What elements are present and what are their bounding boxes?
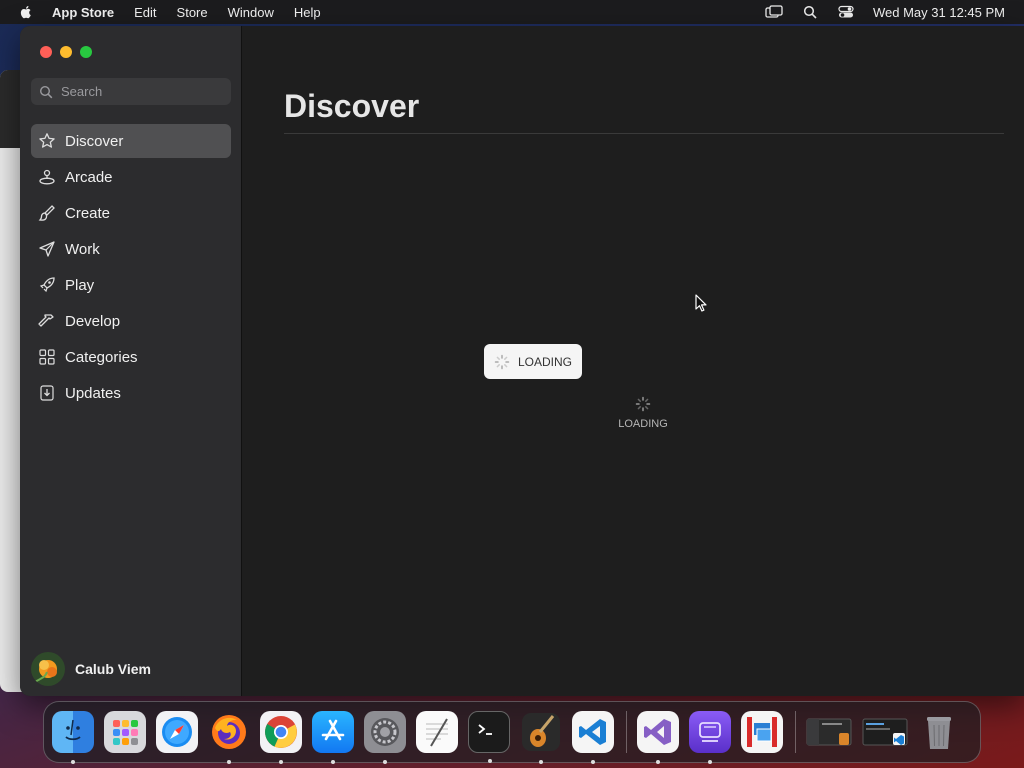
textedit-icon[interactable]: [416, 711, 458, 753]
firefox-icon[interactable]: [208, 711, 250, 764]
running-indicator: [539, 760, 543, 764]
sidebar-nav: Discover Arcade Create Work Play Develop…: [31, 124, 231, 412]
garageband-icon[interactable]: [520, 711, 562, 764]
user-name: Calub Viem: [75, 661, 151, 677]
brush-icon: [38, 204, 56, 222]
menu-app-store[interactable]: App Store: [52, 5, 114, 20]
sidebar: Search Discover Arcade Create Work Play …: [20, 26, 242, 696]
running-indicator: [591, 760, 595, 764]
running-indicator: [708, 760, 712, 764]
visual-studio-icon[interactable]: [637, 711, 679, 764]
page-title: Discover: [284, 88, 420, 124]
parallels-icon[interactable]: [741, 711, 783, 753]
safari-icon[interactable]: [156, 711, 198, 753]
mouse-cursor-icon: [695, 294, 707, 312]
grid-icon: [38, 348, 56, 366]
running-indicator: [227, 760, 231, 764]
rocket-icon: [38, 276, 56, 294]
menu-edit[interactable]: Edit: [134, 5, 156, 20]
user-account[interactable]: Calub Viem: [31, 652, 151, 686]
menu-bar: App Store Edit Store Window Help Wed May…: [0, 0, 1024, 24]
spinner-icon: [635, 396, 651, 412]
dock-separator: [626, 711, 627, 753]
search-input[interactable]: Search: [31, 78, 231, 105]
system-settings-icon[interactable]: [364, 711, 406, 764]
star-icon: [38, 132, 56, 150]
download-icon: [38, 384, 56, 402]
sidebar-item-create[interactable]: Create: [31, 196, 231, 230]
running-indicator: [488, 759, 492, 763]
finder-icon[interactable]: [52, 711, 94, 764]
sidebar-item-label: Play: [65, 276, 95, 294]
loading-indicator: LOADING: [616, 396, 670, 430]
sidebar-item-categories[interactable]: Categories: [31, 340, 231, 374]
app-store-window: Search Discover Arcade Create Work Play …: [20, 26, 1024, 696]
loading-label: LOADING: [618, 418, 668, 430]
launchpad-icon[interactable]: [104, 711, 146, 753]
spinner-icon: [494, 354, 510, 369]
terminal-icon[interactable]: [468, 711, 510, 763]
search-placeholder: Search: [61, 84, 103, 99]
zoom-button[interactable]: [80, 46, 92, 58]
menubar-clock[interactable]: Wed May 31 12:45 PM: [873, 5, 1005, 20]
vscode-icon[interactable]: [572, 711, 614, 764]
running-indicator: [383, 760, 387, 764]
menu-store[interactable]: Store: [177, 5, 208, 20]
loading-pill-label: LOADING: [518, 354, 573, 369]
sidebar-item-label: Arcade: [65, 168, 113, 186]
loading-pill: LOADING: [484, 344, 582, 379]
spotlight-search-icon[interactable]: [801, 5, 819, 19]
sidebar-item-updates[interactable]: Updates: [31, 376, 231, 410]
app-store-icon[interactable]: [312, 711, 354, 764]
running-indicator: [71, 760, 75, 764]
chrome-icon[interactable]: [260, 711, 302, 764]
running-indicator: [656, 760, 660, 764]
menu-help[interactable]: Help: [294, 5, 321, 20]
window-thumbnail-icon[interactable]: [862, 711, 908, 753]
sidebar-item-label: Categories: [65, 348, 138, 366]
avatar: [31, 652, 65, 686]
screen-mirroring-icon[interactable]: [765, 5, 783, 19]
sidebar-item-discover[interactable]: Discover: [31, 124, 231, 158]
title-divider: [284, 133, 1004, 134]
sidebar-item-label: Work: [65, 240, 100, 258]
window-controls: [40, 46, 92, 58]
sidebar-item-develop[interactable]: Develop: [31, 304, 231, 338]
menu-window[interactable]: Window: [228, 5, 274, 20]
running-indicator: [331, 760, 335, 764]
sidebar-item-work[interactable]: Work: [31, 232, 231, 266]
trash-icon[interactable]: [918, 711, 960, 753]
search-icon: [39, 85, 53, 98]
main-content: Discover LOADING LOADING: [242, 26, 1024, 696]
paperplane-icon: [38, 240, 56, 258]
disk-utility-icon[interactable]: [689, 711, 731, 764]
window-thumbnail-icon[interactable]: [806, 711, 852, 753]
close-button[interactable]: [40, 46, 52, 58]
sidebar-item-arcade[interactable]: Arcade: [31, 160, 231, 194]
dock: [43, 701, 981, 764]
sidebar-item-label: Updates: [65, 384, 121, 402]
apple-logo-icon[interactable]: [18, 4, 34, 20]
control-center-icon[interactable]: [837, 5, 855, 19]
sidebar-item-label: Discover: [65, 132, 124, 150]
joystick-icon: [38, 168, 56, 186]
dock-separator: [795, 711, 796, 753]
running-indicator: [279, 760, 283, 764]
sidebar-item-play[interactable]: Play: [31, 268, 231, 302]
minimize-button[interactable]: [60, 46, 72, 58]
sidebar-item-label: Develop: [65, 312, 121, 330]
hammer-icon: [38, 312, 56, 330]
sidebar-item-label: Create: [65, 204, 111, 222]
